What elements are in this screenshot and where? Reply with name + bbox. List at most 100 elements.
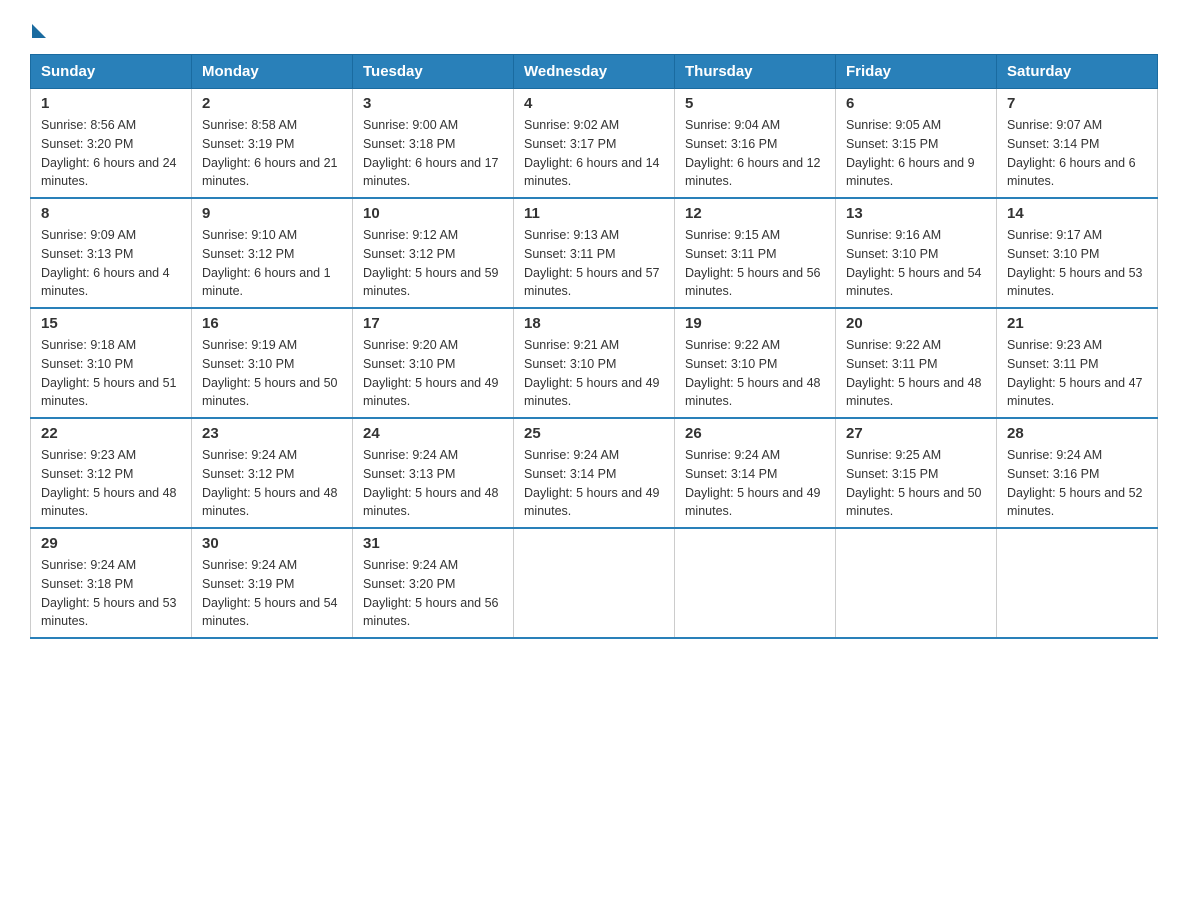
day-number: 20 <box>846 315 986 332</box>
calendar-cell: 17 Sunrise: 9:20 AMSunset: 3:10 PMDayligh… <box>353 308 514 418</box>
day-number: 25 <box>524 425 664 442</box>
day-number: 16 <box>202 315 342 332</box>
day-info: Sunrise: 9:16 AMSunset: 3:10 PMDaylight:… <box>846 226 986 301</box>
calendar-cell: 12Sunrise: 9:15 AMSunset: 3:11 PMDayligh… <box>675 198 836 308</box>
calendar-table: SundayMondayTuesdayWednesdayThursdayFrid… <box>30 54 1158 639</box>
day-info: Sunrise: 9:04 AMSunset: 3:16 PMDaylight:… <box>685 116 825 191</box>
day-info: Sunrise: 8:58 AMSunset: 3:19 PMDaylight:… <box>202 116 342 191</box>
day-info: Sunrise: 9:24 AMSunset: 3:16 PMDaylight:… <box>1007 446 1147 521</box>
header-tuesday: Tuesday <box>353 55 514 89</box>
day-number: 23 <box>202 425 342 442</box>
calendar-cell: 15 Sunrise: 9:18 AMSunset: 3:10 PMDayligh… <box>31 308 192 418</box>
day-info: Sunrise: 9:24 AMSunset: 3:13 PMDaylight:… <box>363 446 503 521</box>
day-number: 21 <box>1007 315 1147 332</box>
day-info: Sunrise: 9:00 AMSunset: 3:18 PMDaylight:… <box>363 116 503 191</box>
day-info: Sunrise: 9:19 AMSunset: 3:10 PMDaylight:… <box>202 336 342 411</box>
calendar-cell: 28Sunrise: 9:24 AMSunset: 3:16 PMDayligh… <box>997 418 1158 528</box>
day-number: 24 <box>363 425 503 442</box>
day-number: 19 <box>685 315 825 332</box>
calendar-cell: 8 Sunrise: 9:09 AMSunset: 3:13 PMDaylight… <box>31 198 192 308</box>
day-number: 4 <box>524 95 664 112</box>
week-row-2: 8 Sunrise: 9:09 AMSunset: 3:13 PMDaylight… <box>31 198 1158 308</box>
header-saturday: Saturday <box>997 55 1158 89</box>
day-number: 3 <box>363 95 503 112</box>
day-info: Sunrise: 9:09 AMSunset: 3:13 PMDaylight:… <box>41 226 181 301</box>
calendar-cell: 19Sunrise: 9:22 AMSunset: 3:10 PMDayligh… <box>675 308 836 418</box>
day-info: Sunrise: 9:17 AMSunset: 3:10 PMDaylight:… <box>1007 226 1147 301</box>
calendar-cell: 26 Sunrise: 9:24 AMSunset: 3:14 PMDayligh… <box>675 418 836 528</box>
calendar-cell: 16 Sunrise: 9:19 AMSunset: 3:10 PMDayligh… <box>192 308 353 418</box>
calendar-cell: 13 Sunrise: 9:16 AMSunset: 3:10 PMDayligh… <box>836 198 997 308</box>
day-number: 1 <box>41 95 181 112</box>
day-info: Sunrise: 9:20 AMSunset: 3:10 PMDaylight:… <box>363 336 503 411</box>
calendar-cell: 11Sunrise: 9:13 AMSunset: 3:11 PMDayligh… <box>514 198 675 308</box>
day-info: Sunrise: 9:22 AMSunset: 3:11 PMDaylight:… <box>846 336 986 411</box>
calendar-cell: 21 Sunrise: 9:23 AMSunset: 3:11 PMDayligh… <box>997 308 1158 418</box>
day-number: 17 <box>363 315 503 332</box>
calendar-cell: 2 Sunrise: 8:58 AMSunset: 3:19 PMDaylight… <box>192 89 353 199</box>
day-number: 15 <box>41 315 181 332</box>
header-sunday: Sunday <box>31 55 192 89</box>
calendar-cell: 18Sunrise: 9:21 AMSunset: 3:10 PMDayligh… <box>514 308 675 418</box>
calendar-cell: 22 Sunrise: 9:23 AMSunset: 3:12 PMDayligh… <box>31 418 192 528</box>
day-number: 22 <box>41 425 181 442</box>
day-info: Sunrise: 9:10 AMSunset: 3:12 PMDaylight:… <box>202 226 342 301</box>
day-info: Sunrise: 8:56 AMSunset: 3:20 PMDaylight:… <box>41 116 181 191</box>
day-info: Sunrise: 9:23 AMSunset: 3:11 PMDaylight:… <box>1007 336 1147 411</box>
calendar-cell <box>514 528 675 638</box>
day-number: 9 <box>202 205 342 222</box>
header-friday: Friday <box>836 55 997 89</box>
day-info: Sunrise: 9:21 AMSunset: 3:10 PMDaylight:… <box>524 336 664 411</box>
day-info: Sunrise: 9:24 AMSunset: 3:14 PMDaylight:… <box>685 446 825 521</box>
day-number: 14 <box>1007 205 1147 222</box>
calendar-cell: 6 Sunrise: 9:05 AMSunset: 3:15 PMDaylight… <box>836 89 997 199</box>
calendar-cell <box>675 528 836 638</box>
day-number: 2 <box>202 95 342 112</box>
day-number: 27 <box>846 425 986 442</box>
day-number: 5 <box>685 95 825 112</box>
calendar-cell: 9 Sunrise: 9:10 AMSunset: 3:12 PMDaylight… <box>192 198 353 308</box>
logo-arrow-icon <box>32 24 46 38</box>
page-header <box>30 20 1158 34</box>
calendar-cell <box>836 528 997 638</box>
day-number: 10 <box>363 205 503 222</box>
calendar-cell <box>997 528 1158 638</box>
calendar-cell: 27Sunrise: 9:25 AMSunset: 3:15 PMDayligh… <box>836 418 997 528</box>
day-info: Sunrise: 9:24 AMSunset: 3:20 PMDaylight:… <box>363 556 503 631</box>
calendar-cell: 1 Sunrise: 8:56 AMSunset: 3:20 PMDaylight… <box>31 89 192 199</box>
calendar-cell: 3 Sunrise: 9:00 AMSunset: 3:18 PMDaylight… <box>353 89 514 199</box>
day-info: Sunrise: 9:24 AMSunset: 3:19 PMDaylight:… <box>202 556 342 631</box>
day-info: Sunrise: 9:24 AMSunset: 3:12 PMDaylight:… <box>202 446 342 521</box>
calendar-cell: 30 Sunrise: 9:24 AMSunset: 3:19 PMDayligh… <box>192 528 353 638</box>
header-monday: Monday <box>192 55 353 89</box>
day-number: 8 <box>41 205 181 222</box>
calendar-cell: 4 Sunrise: 9:02 AMSunset: 3:17 PMDaylight… <box>514 89 675 199</box>
week-row-3: 15 Sunrise: 9:18 AMSunset: 3:10 PMDayligh… <box>31 308 1158 418</box>
day-info: Sunrise: 9:24 AMSunset: 3:18 PMDaylight:… <box>41 556 181 631</box>
day-info: Sunrise: 9:12 AMSunset: 3:12 PMDaylight:… <box>363 226 503 301</box>
calendar-cell: 7Sunrise: 9:07 AMSunset: 3:14 PMDaylight… <box>997 89 1158 199</box>
day-info: Sunrise: 9:23 AMSunset: 3:12 PMDaylight:… <box>41 446 181 521</box>
day-number: 6 <box>846 95 986 112</box>
day-number: 13 <box>846 205 986 222</box>
day-number: 26 <box>685 425 825 442</box>
calendar-cell: 29 Sunrise: 9:24 AMSunset: 3:18 PMDayligh… <box>31 528 192 638</box>
calendar-cell: 25 Sunrise: 9:24 AMSunset: 3:14 PMDayligh… <box>514 418 675 528</box>
day-info: Sunrise: 9:18 AMSunset: 3:10 PMDaylight:… <box>41 336 181 411</box>
logo <box>30 20 46 34</box>
day-number: 30 <box>202 535 342 552</box>
calendar-cell: 23 Sunrise: 9:24 AMSunset: 3:12 PMDayligh… <box>192 418 353 528</box>
calendar-cell: 14 Sunrise: 9:17 AMSunset: 3:10 PMDayligh… <box>997 198 1158 308</box>
day-info: Sunrise: 9:05 AMSunset: 3:15 PMDaylight:… <box>846 116 986 191</box>
calendar-header-row: SundayMondayTuesdayWednesdayThursdayFrid… <box>31 55 1158 89</box>
day-number: 29 <box>41 535 181 552</box>
day-number: 31 <box>363 535 503 552</box>
calendar-cell: 24 Sunrise: 9:24 AMSunset: 3:13 PMDayligh… <box>353 418 514 528</box>
header-thursday: Thursday <box>675 55 836 89</box>
week-row-4: 22 Sunrise: 9:23 AMSunset: 3:12 PMDayligh… <box>31 418 1158 528</box>
day-info: Sunrise: 9:13 AMSunset: 3:11 PMDaylight:… <box>524 226 664 301</box>
day-info: Sunrise: 9:24 AMSunset: 3:14 PMDaylight:… <box>524 446 664 521</box>
day-info: Sunrise: 9:02 AMSunset: 3:17 PMDaylight:… <box>524 116 664 191</box>
day-info: Sunrise: 9:15 AMSunset: 3:11 PMDaylight:… <box>685 226 825 301</box>
calendar-cell: 31 Sunrise: 9:24 AMSunset: 3:20 PMDayligh… <box>353 528 514 638</box>
